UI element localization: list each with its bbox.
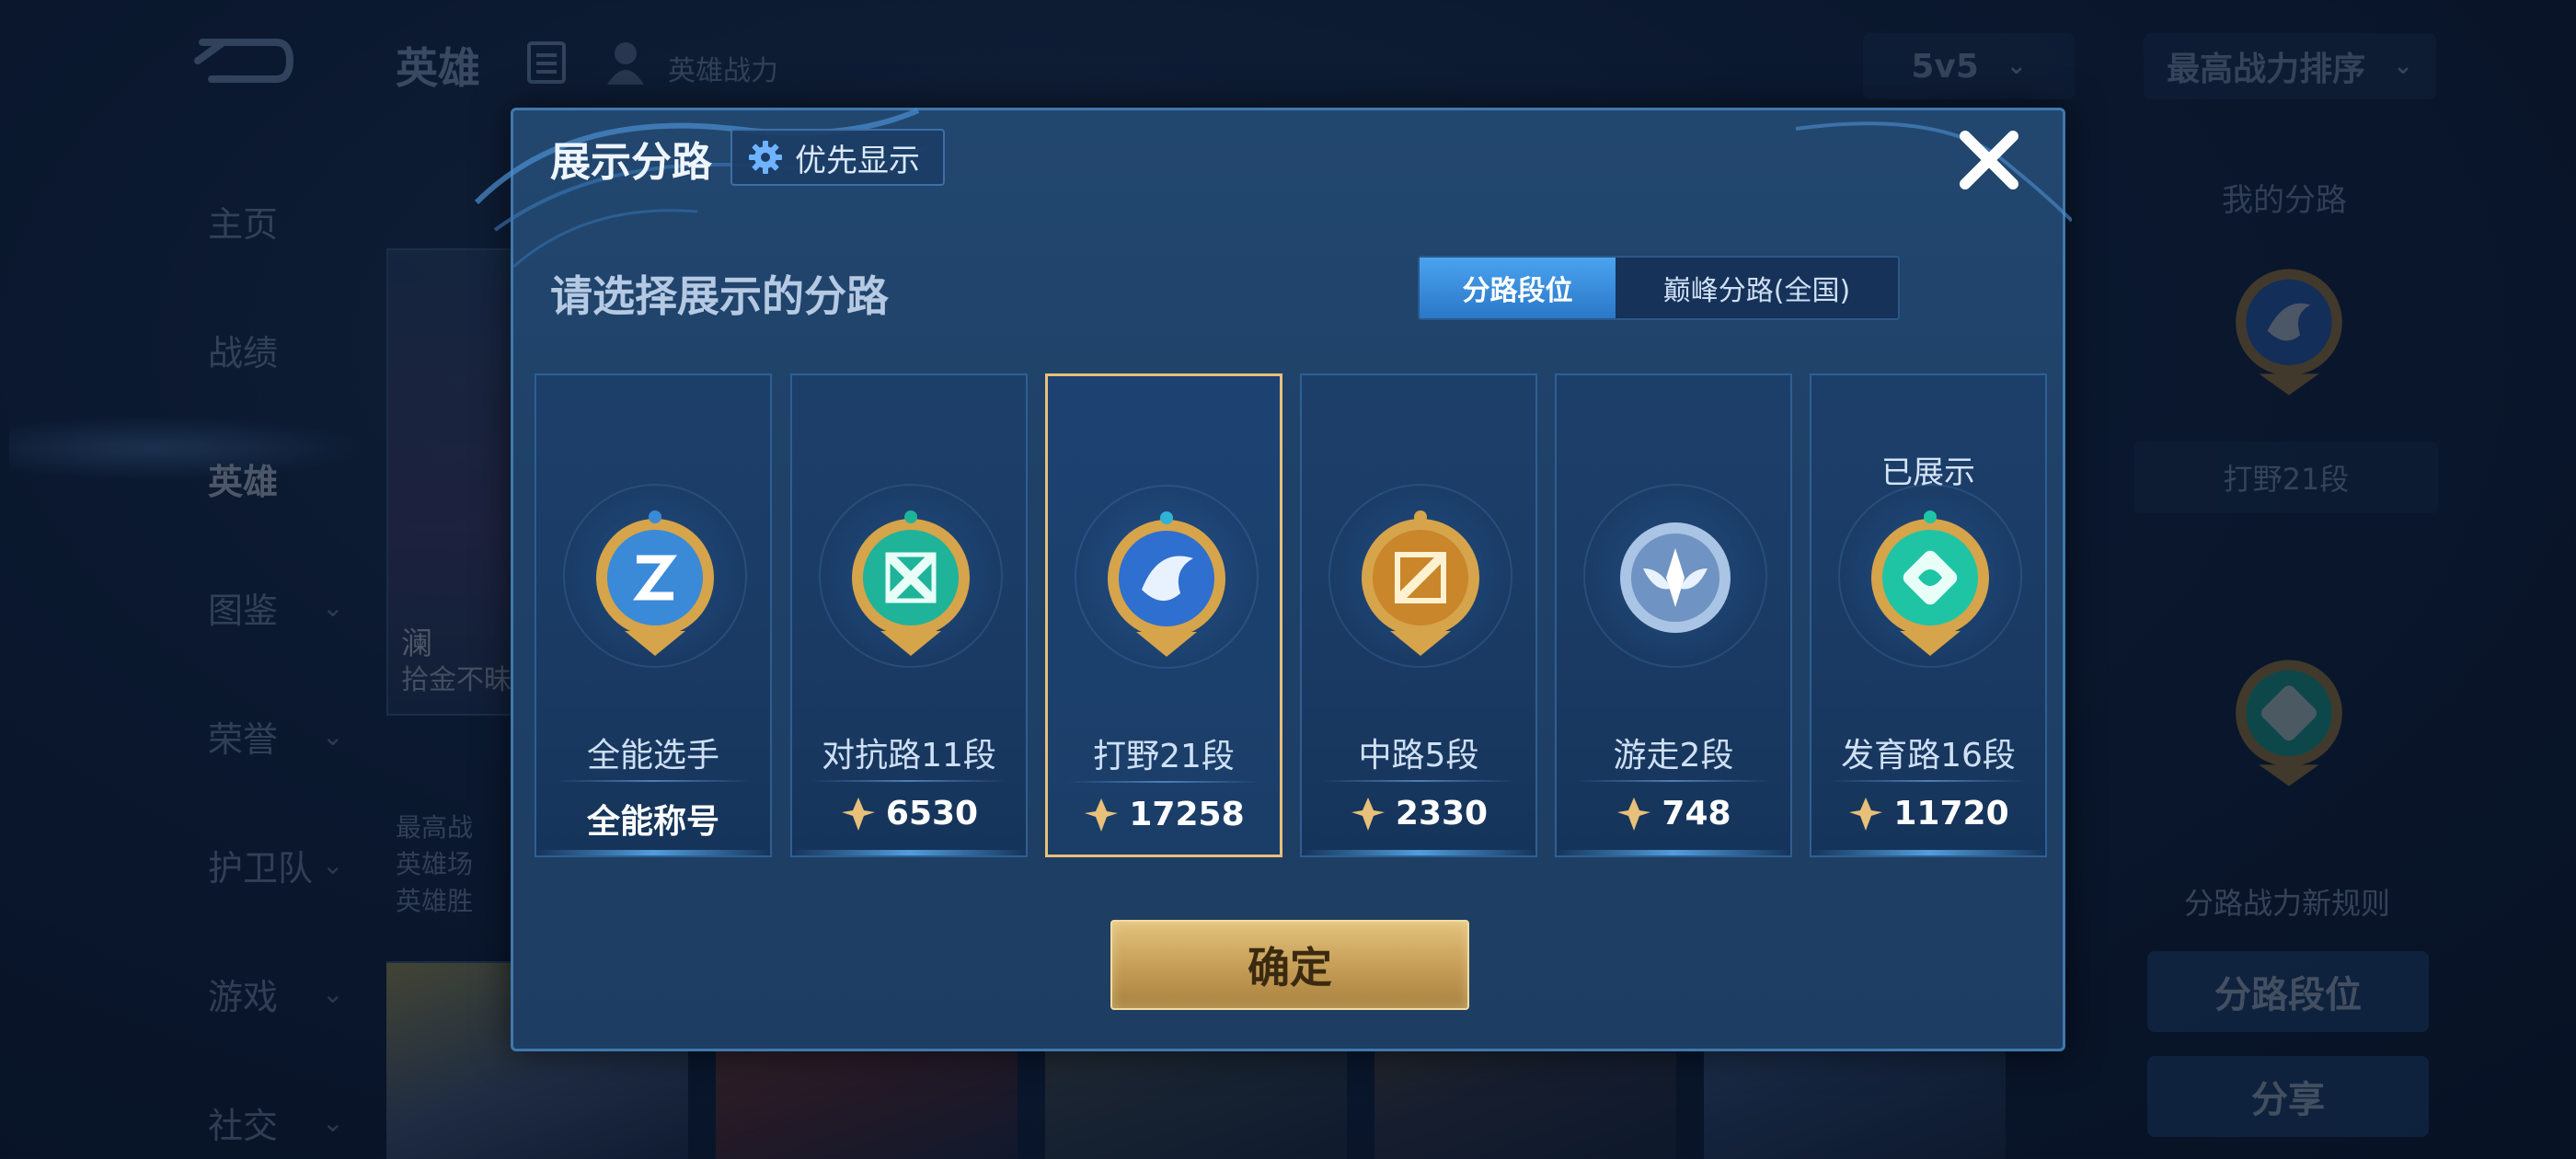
mid-lane-badge-icon: [1362, 511, 1479, 656]
lane-card-adc[interactable]: 已展示 发育路16段 11720: [1810, 373, 2047, 857]
toggle-lane-rank[interactable]: 分路段位: [1420, 258, 1616, 318]
divider: [555, 780, 752, 782]
lane-name: 对抗路11段: [822, 737, 996, 775]
power-icon: [1617, 797, 1651, 831]
divider: [811, 780, 1007, 782]
gear-icon: [749, 141, 782, 174]
lane-card-mid[interactable]: 中路5段 2330: [1300, 373, 1537, 857]
lane-name: 发育路16段: [1841, 737, 2016, 775]
lane-card-top[interactable]: 对抗路11段 6530: [790, 373, 1028, 857]
toggle-peak-lane[interactable]: 巅峰分路(全国): [1616, 258, 1898, 318]
lane-name: 中路5段: [1358, 737, 1479, 775]
lane-power: 17258: [1048, 796, 1280, 833]
power-icon: [841, 797, 875, 831]
jungle-badge-icon: [1108, 511, 1225, 657]
confirm-button[interactable]: 确定: [1110, 920, 1469, 1010]
priority-display-label: 优先显示: [795, 142, 920, 179]
lane-name: 全能选手: [586, 737, 719, 775]
power-icon: [1351, 797, 1385, 831]
divider: [1575, 780, 1772, 782]
lane-power: 11720: [1811, 795, 2045, 832]
lane-name: 打野21段: [1093, 738, 1235, 775]
close-icon[interactable]: [1952, 123, 2026, 197]
lane-power: 2330: [1302, 795, 1535, 832]
lane-value: 全能称号: [586, 803, 719, 841]
adc-badge-icon: [1871, 511, 1989, 656]
dialog-subtitle: 请选择展示的分路: [550, 271, 889, 321]
divider: [1320, 780, 1517, 782]
priority-display-button[interactable]: 优先显示: [730, 129, 945, 186]
all-round-badge-icon: [596, 511, 714, 656]
lane-card-row: 全能选手 全能称号 对抗路11段 6530 打野21段 17258 中路5段 2…: [535, 373, 2047, 857]
divider: [1830, 780, 2027, 782]
rank-type-toggle: 分路段位 巅峰分路(全国): [1418, 256, 1900, 320]
lane-display-dialog: 展示分路 优先显示 请选择展示的分路 分路段位 巅峰分路(全国) 全能选手 全能…: [474, 108, 2072, 1051]
lane-power: 748: [1557, 795, 1790, 832]
power-icon: [1085, 798, 1119, 832]
lane-power: 6530: [792, 795, 1026, 832]
divider: [1066, 781, 1261, 783]
power-icon: [1849, 797, 1883, 831]
dialog-title: 展示分路: [550, 139, 712, 186]
roam-badge-icon: [1620, 522, 1731, 633]
lane-name: 游走2段: [1613, 737, 1734, 775]
lane-card-roam[interactable]: 游走2段 748: [1555, 373, 1792, 857]
lane-card-all-round[interactable]: 全能选手 全能称号: [535, 373, 772, 857]
decorative-swirl: [1796, 121, 2072, 223]
top-lane-badge-icon: [852, 511, 970, 656]
lane-card-jungle[interactable]: 打野21段 17258: [1045, 373, 1282, 857]
